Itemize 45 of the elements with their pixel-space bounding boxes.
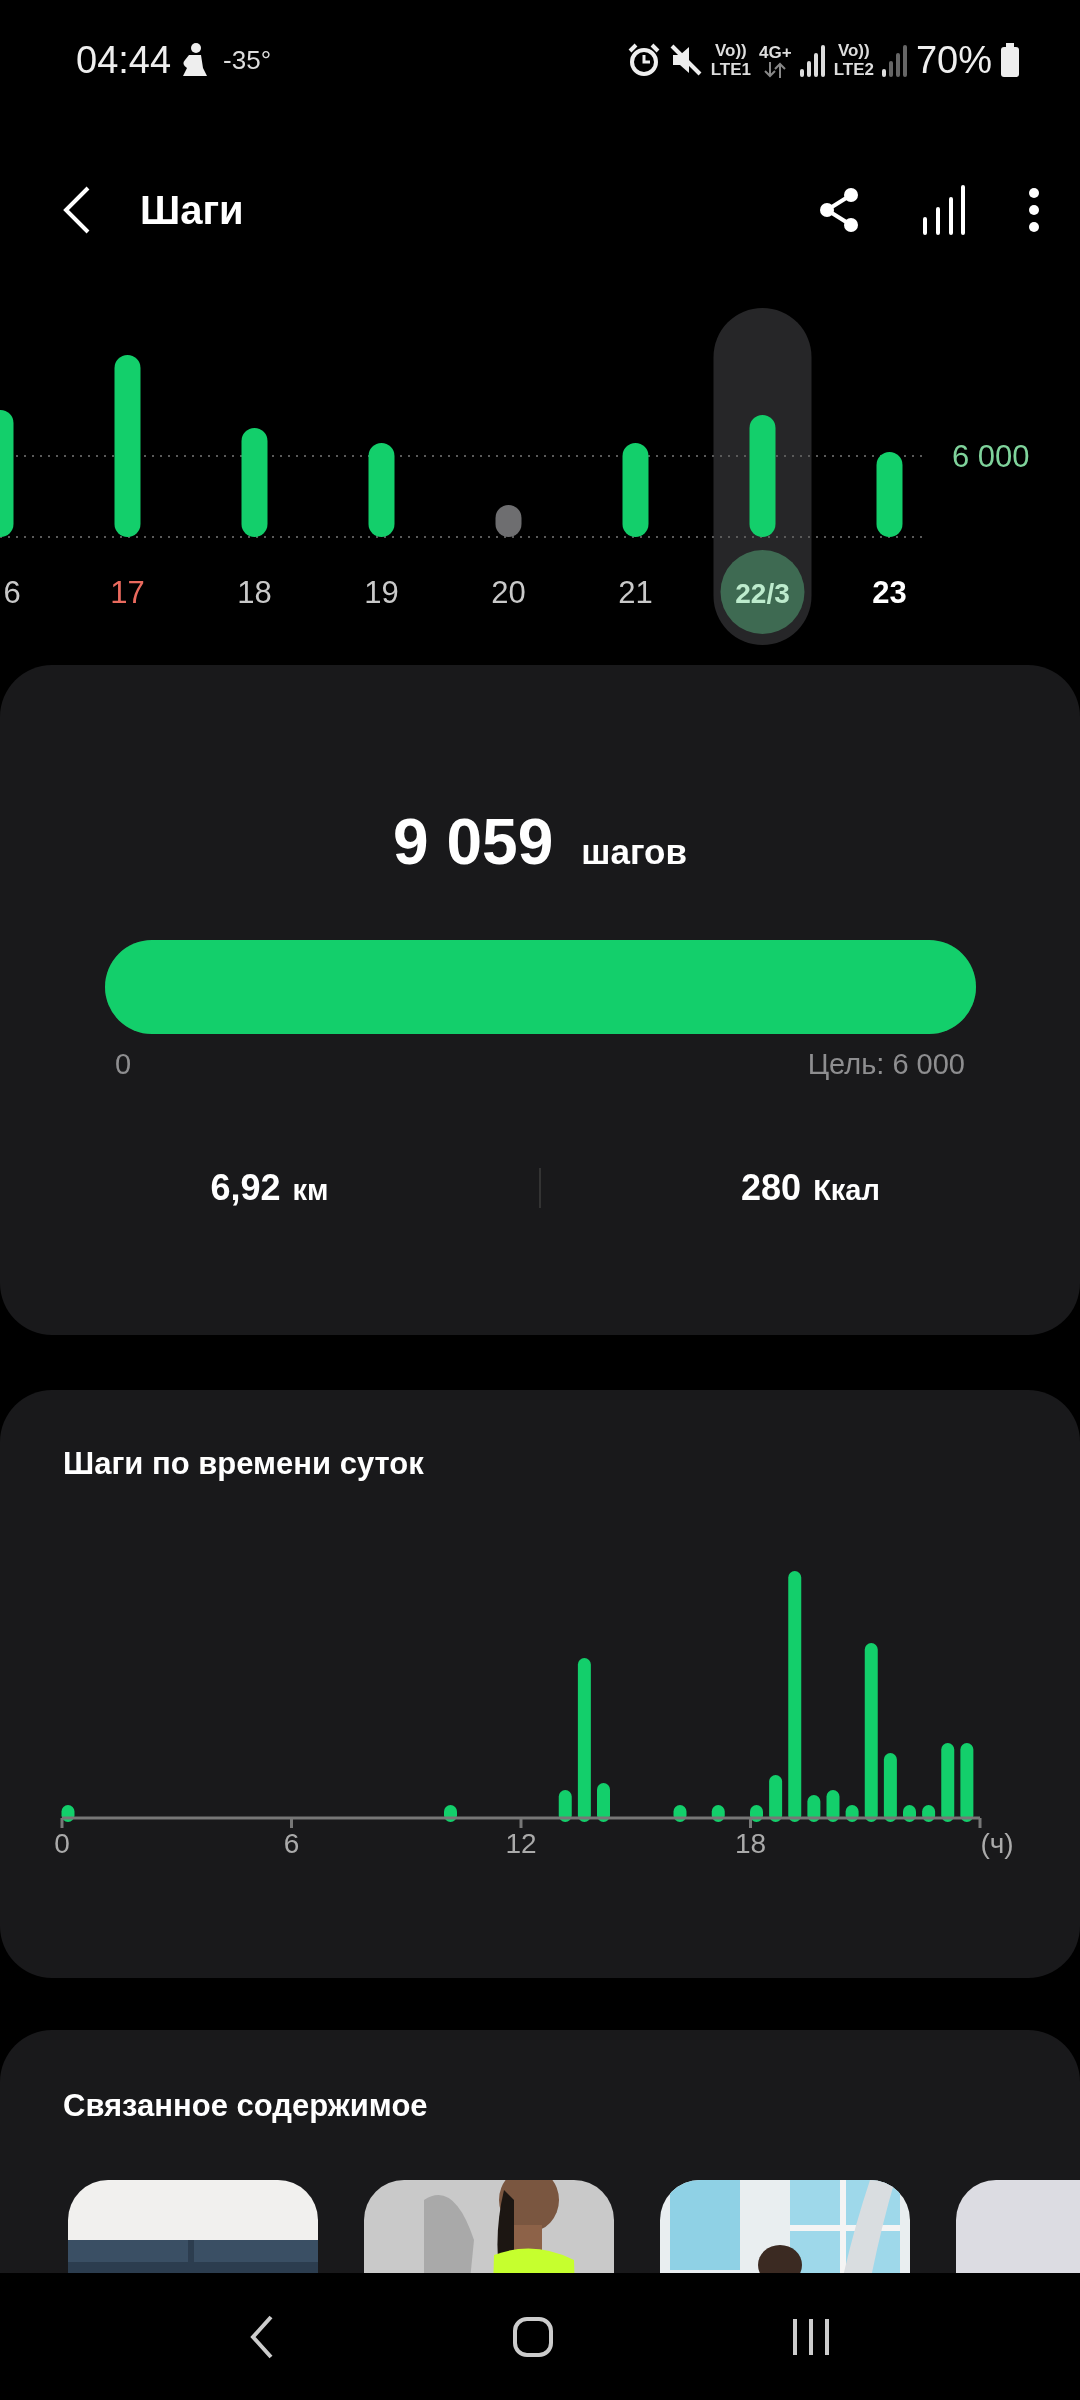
axis-label: (ч) — [980, 1828, 1014, 1860]
more-options-button[interactable] — [1028, 187, 1040, 233]
day-label[interactable]: 19 — [364, 575, 399, 610]
battery-icon — [1000, 43, 1020, 77]
calories-unit: Ккал — [813, 1174, 880, 1207]
back-button[interactable] — [62, 185, 92, 235]
card-title: Связанное содержимое — [63, 2088, 429, 2124]
step-unit: шагов — [581, 832, 687, 872]
axis-label: 12 — [505, 1828, 537, 1860]
axis-label: 18 — [734, 1828, 767, 1860]
day-label[interactable]: 18 — [237, 575, 272, 610]
temperature: -35° — [223, 44, 272, 76]
volte-label: Vo)) — [837, 41, 870, 60]
distance-unit: км — [292, 1174, 329, 1207]
axis-label: 6 — [283, 1828, 300, 1860]
share-button[interactable] — [818, 187, 860, 233]
distance-value: 6,92 — [210, 1167, 281, 1209]
network-type: 4G+ — [759, 42, 792, 62]
progress-start-label: 0 — [115, 1048, 132, 1081]
alarm-icon — [626, 43, 661, 77]
goal-line-label: 6 000 — [952, 439, 1030, 474]
data-arrows-icon — [764, 61, 787, 78]
mute-icon — [668, 43, 703, 77]
sim-label: LTE1 — [710, 60, 751, 79]
status-time: 04:44 — [76, 38, 172, 82]
axis-label: 0 — [54, 1828, 70, 1860]
card-title: Шаги по времени суток — [63, 1446, 425, 1482]
recent-apps-button[interactable] — [791, 2316, 832, 2357]
calories-value: 280 — [741, 1167, 802, 1209]
step-count: 9 059 — [393, 805, 554, 879]
day-label[interactable]: 20 — [491, 575, 526, 610]
home-button[interactable] — [512, 2315, 554, 2358]
goal-label: Цель: 6 000 — [807, 1048, 965, 1081]
bar-chart-button[interactable] — [922, 185, 966, 235]
day-label[interactable]: 21 — [618, 575, 653, 610]
volte-label: Vo)) — [714, 41, 747, 60]
day-label[interactable]: 23 — [872, 575, 907, 610]
signal-icon — [881, 43, 908, 77]
sim-label: LTE2 — [833, 60, 874, 79]
day-label[interactable]: 6 — [3, 575, 21, 610]
signal-icon — [799, 43, 826, 77]
day-label[interactable]: 17 — [110, 575, 145, 610]
back-button[interactable] — [248, 2313, 275, 2360]
battery-percent: 70% — [915, 38, 992, 82]
page-title: Шаги — [140, 187, 244, 233]
